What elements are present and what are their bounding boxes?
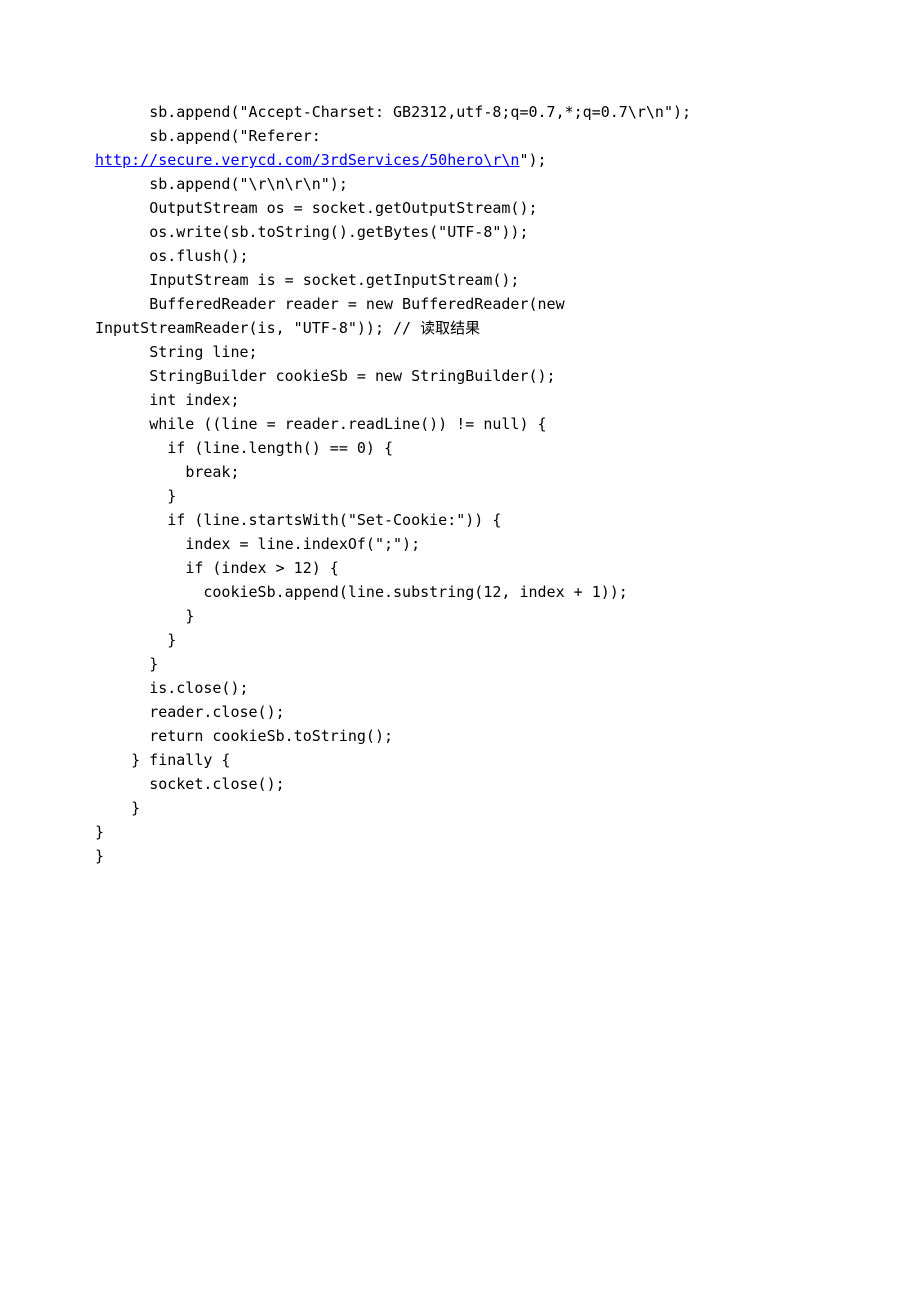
- code-text: while ((line = reader.readLine()) != nul…: [149, 415, 546, 433]
- code-text: return cookieSb.toString();: [149, 727, 393, 745]
- code-text: }: [149, 655, 158, 673]
- indent: [95, 463, 185, 481]
- code-text: OutputStream os = socket.getOutputStream…: [149, 199, 537, 217]
- indent: [95, 367, 149, 385]
- hyperlink-text[interactable]: http://secure.verycd.com/3rdServices/50h…: [95, 151, 519, 169]
- code-line: }: [95, 484, 825, 508]
- code-line: while ((line = reader.readLine()) != nul…: [95, 412, 825, 436]
- code-line: index = line.indexOf(";");: [95, 532, 825, 556]
- indent: [95, 199, 149, 217]
- code-line: http://secure.verycd.com/3rdServices/50h…: [95, 148, 825, 172]
- indent: [95, 559, 185, 577]
- indent: [95, 295, 149, 313]
- code-line: }: [95, 796, 825, 820]
- indent: [95, 727, 149, 745]
- indent: [95, 751, 131, 769]
- code-text: socket.close();: [149, 775, 284, 793]
- code-text: }: [131, 799, 140, 817]
- code-text: }: [95, 823, 104, 841]
- code-line: OutputStream os = socket.getOutputStream…: [95, 196, 825, 220]
- indent: [95, 775, 149, 793]
- code-line: StringBuilder cookieSb = new StringBuild…: [95, 364, 825, 388]
- code-text: index = line.indexOf(";");: [185, 535, 420, 553]
- code-line: InputStream is = socket.getInputStream()…: [95, 268, 825, 292]
- indent: [95, 583, 203, 601]
- indent: [95, 607, 185, 625]
- code-line: }: [95, 604, 825, 628]
- code-text: reader.close();: [149, 703, 284, 721]
- document-page: sb.append("Accept-Charset: GB2312,utf-8;…: [0, 0, 920, 928]
- code-text: sb.append("Accept-Charset: GB2312,utf-8;…: [149, 103, 691, 121]
- indent: [95, 127, 149, 145]
- code-line: int index;: [95, 388, 825, 412]
- code-text: InputStreamReader(is, "UTF-8")); // 读取结果: [95, 319, 480, 337]
- code-line: }: [95, 844, 825, 868]
- indent: [95, 247, 149, 265]
- indent: [95, 511, 167, 529]
- code-line: }: [95, 628, 825, 652]
- code-line: }: [95, 820, 825, 844]
- indent: [95, 631, 167, 649]
- code-line: } finally {: [95, 748, 825, 772]
- code-line: sb.append("Accept-Charset: GB2312,utf-8;…: [95, 100, 825, 124]
- code-line: os.write(sb.toString().getBytes("UTF-8")…: [95, 220, 825, 244]
- code-text: cookieSb.append(line.substring(12, index…: [203, 583, 627, 601]
- code-line: sb.append("Referer:: [95, 124, 825, 148]
- indent: [95, 799, 131, 817]
- code-text: BufferedReader reader = new BufferedRead…: [149, 295, 573, 313]
- code-text: os.write(sb.toString().getBytes("UTF-8")…: [149, 223, 528, 241]
- code-line: socket.close();: [95, 772, 825, 796]
- indent: [95, 175, 149, 193]
- indent: [95, 415, 149, 433]
- code-line: if (line.startsWith("Set-Cookie:")) {: [95, 508, 825, 532]
- code-line: cookieSb.append(line.substring(12, index…: [95, 580, 825, 604]
- code-text: sb.append("Referer:: [149, 127, 330, 145]
- indent: [95, 535, 185, 553]
- code-line: return cookieSb.toString();: [95, 724, 825, 748]
- code-text: int index;: [149, 391, 239, 409]
- code-line: is.close();: [95, 676, 825, 700]
- code-text: }: [167, 487, 176, 505]
- code-text: os.flush();: [149, 247, 248, 265]
- indent: [95, 487, 167, 505]
- indent: [95, 103, 149, 121]
- code-text: }: [185, 607, 194, 625]
- indent: [95, 391, 149, 409]
- indent: [95, 343, 149, 361]
- code-line: InputStreamReader(is, "UTF-8")); // 读取结果: [95, 316, 825, 340]
- indent: [95, 703, 149, 721]
- code-text: break;: [185, 463, 239, 481]
- indent: [95, 223, 149, 241]
- code-line: String line;: [95, 340, 825, 364]
- code-line: if (index > 12) {: [95, 556, 825, 580]
- code-text: } finally {: [131, 751, 230, 769]
- code-text-tail: ");: [519, 151, 546, 169]
- code-text: String line;: [149, 343, 257, 361]
- code-text: sb.append("\r\n\r\n");: [149, 175, 348, 193]
- code-text: StringBuilder cookieSb = new StringBuild…: [149, 367, 555, 385]
- indent: [95, 655, 149, 673]
- code-line: os.flush();: [95, 244, 825, 268]
- code-line: break;: [95, 460, 825, 484]
- indent: [95, 439, 167, 457]
- code-line: sb.append("\r\n\r\n");: [95, 172, 825, 196]
- code-text: if (line.length() == 0) {: [167, 439, 393, 457]
- code-line: BufferedReader reader = new BufferedRead…: [95, 292, 825, 316]
- code-line: reader.close();: [95, 700, 825, 724]
- code-text: }: [95, 847, 104, 865]
- code-text: if (index > 12) {: [185, 559, 339, 577]
- indent: [95, 271, 149, 289]
- code-text: is.close();: [149, 679, 248, 697]
- code-line: if (line.length() == 0) {: [95, 436, 825, 460]
- code-text: if (line.startsWith("Set-Cookie:")) {: [167, 511, 501, 529]
- code-line: }: [95, 652, 825, 676]
- indent: [95, 679, 149, 697]
- code-text: }: [167, 631, 176, 649]
- code-text: InputStream is = socket.getInputStream()…: [149, 271, 519, 289]
